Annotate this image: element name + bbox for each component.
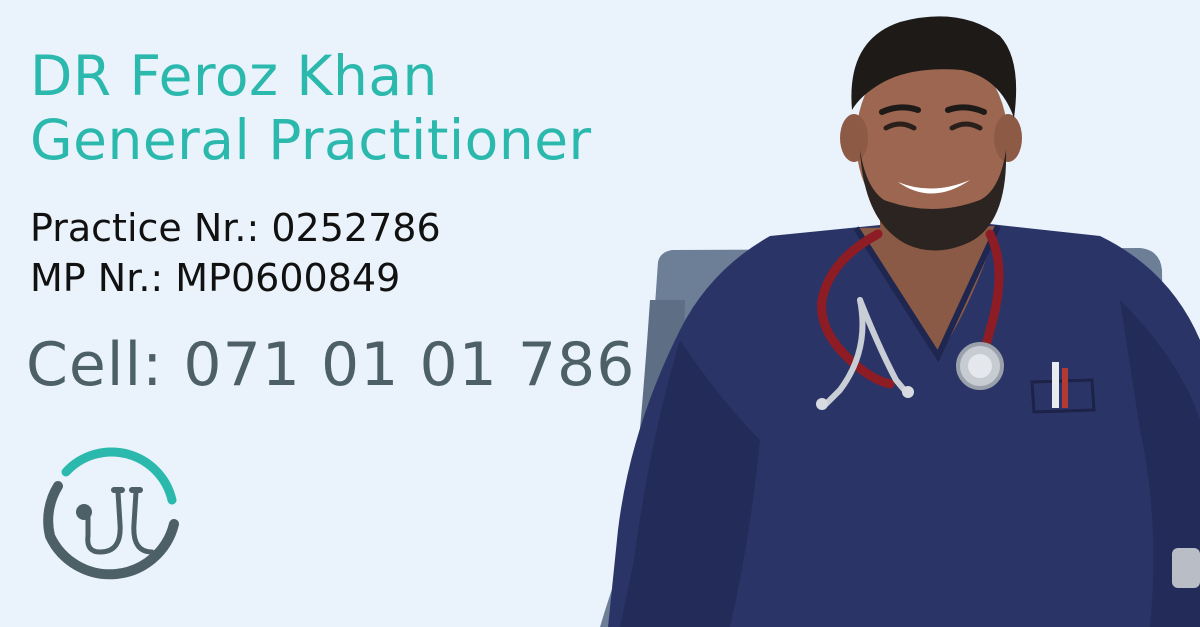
- registration-info: Practice Nr.: 0252786 MP Nr.: MP0600849: [30, 203, 441, 303]
- doctor-photo: [560, 0, 1200, 627]
- job-title: General Practitioner: [30, 108, 592, 172]
- stethoscope-icon: [36, 440, 182, 586]
- mp-number: MP Nr.: MP0600849: [30, 256, 401, 300]
- business-card: DR Feroz Khan General Practitioner Pract…: [0, 0, 1200, 627]
- doctor-name: DR Feroz Khan: [30, 44, 438, 108]
- cell-number: Cell: 071 01 01 786: [26, 330, 636, 400]
- practice-number: Practice Nr.: 0252786: [30, 206, 441, 250]
- header: DR Feroz Khan General Practitioner: [30, 44, 592, 172]
